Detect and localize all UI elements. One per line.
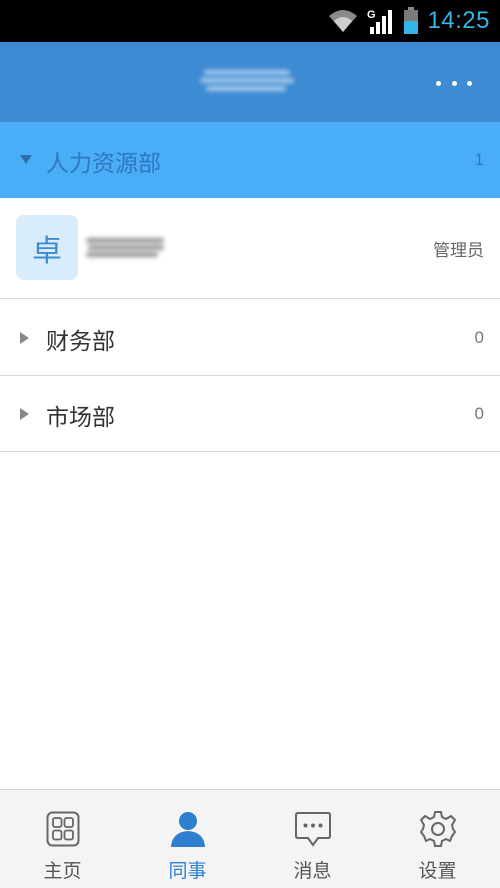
- nav-label: 主页: [43, 860, 82, 882]
- member-row[interactable]: 卓 管理员: [0, 198, 500, 299]
- expand-arrow-icon: [20, 155, 32, 164]
- person-icon: [169, 810, 207, 848]
- nav-label: 消息: [293, 860, 332, 882]
- network-type-label: G: [367, 9, 376, 21]
- group-header-finance[interactable]: 财务部 0: [0, 300, 500, 376]
- group-header-marketing[interactable]: 市场部 0: [0, 376, 500, 452]
- group-name: 市场部: [46, 405, 115, 431]
- group-name: 财务部: [46, 329, 115, 355]
- group-name: 人力资源部: [46, 151, 161, 177]
- bottom-nav: 主页 同事 消息 设置: [0, 789, 500, 888]
- battery-icon: [403, 7, 419, 35]
- status-time: 14:25: [427, 7, 490, 34]
- member-role: 管理员: [433, 241, 484, 261]
- wifi-icon: [327, 8, 359, 34]
- nav-item-messages[interactable]: 消息: [250, 790, 375, 888]
- nav-label: 设置: [418, 860, 457, 882]
- group-header-hr[interactable]: 人力资源部 1: [0, 122, 500, 198]
- group-count: 1: [474, 150, 484, 169]
- avatar-text: 卓: [32, 233, 62, 269]
- gear-icon: [419, 810, 457, 848]
- group-count: 0: [474, 328, 484, 347]
- nav-item-settings[interactable]: 设置: [375, 790, 500, 888]
- overflow-menu-icon[interactable]: [436, 72, 472, 94]
- collapse-arrow-icon: [20, 408, 29, 420]
- chat-bubble-icon: [294, 810, 332, 848]
- signal-icon: G: [367, 7, 395, 35]
- home-grid-icon: [46, 810, 80, 848]
- nav-item-colleagues[interactable]: 同事: [125, 790, 250, 888]
- member-name-redacted: [86, 236, 166, 258]
- status-bar: G 14:25: [0, 0, 500, 42]
- nav-label: 同事: [168, 860, 207, 882]
- collapse-arrow-icon: [20, 332, 29, 344]
- group-count: 0: [474, 404, 484, 423]
- avatar: 卓: [16, 215, 78, 280]
- nav-item-home[interactable]: 主页: [0, 790, 125, 888]
- app-header: [0, 42, 500, 122]
- header-title-redacted: [200, 66, 295, 96]
